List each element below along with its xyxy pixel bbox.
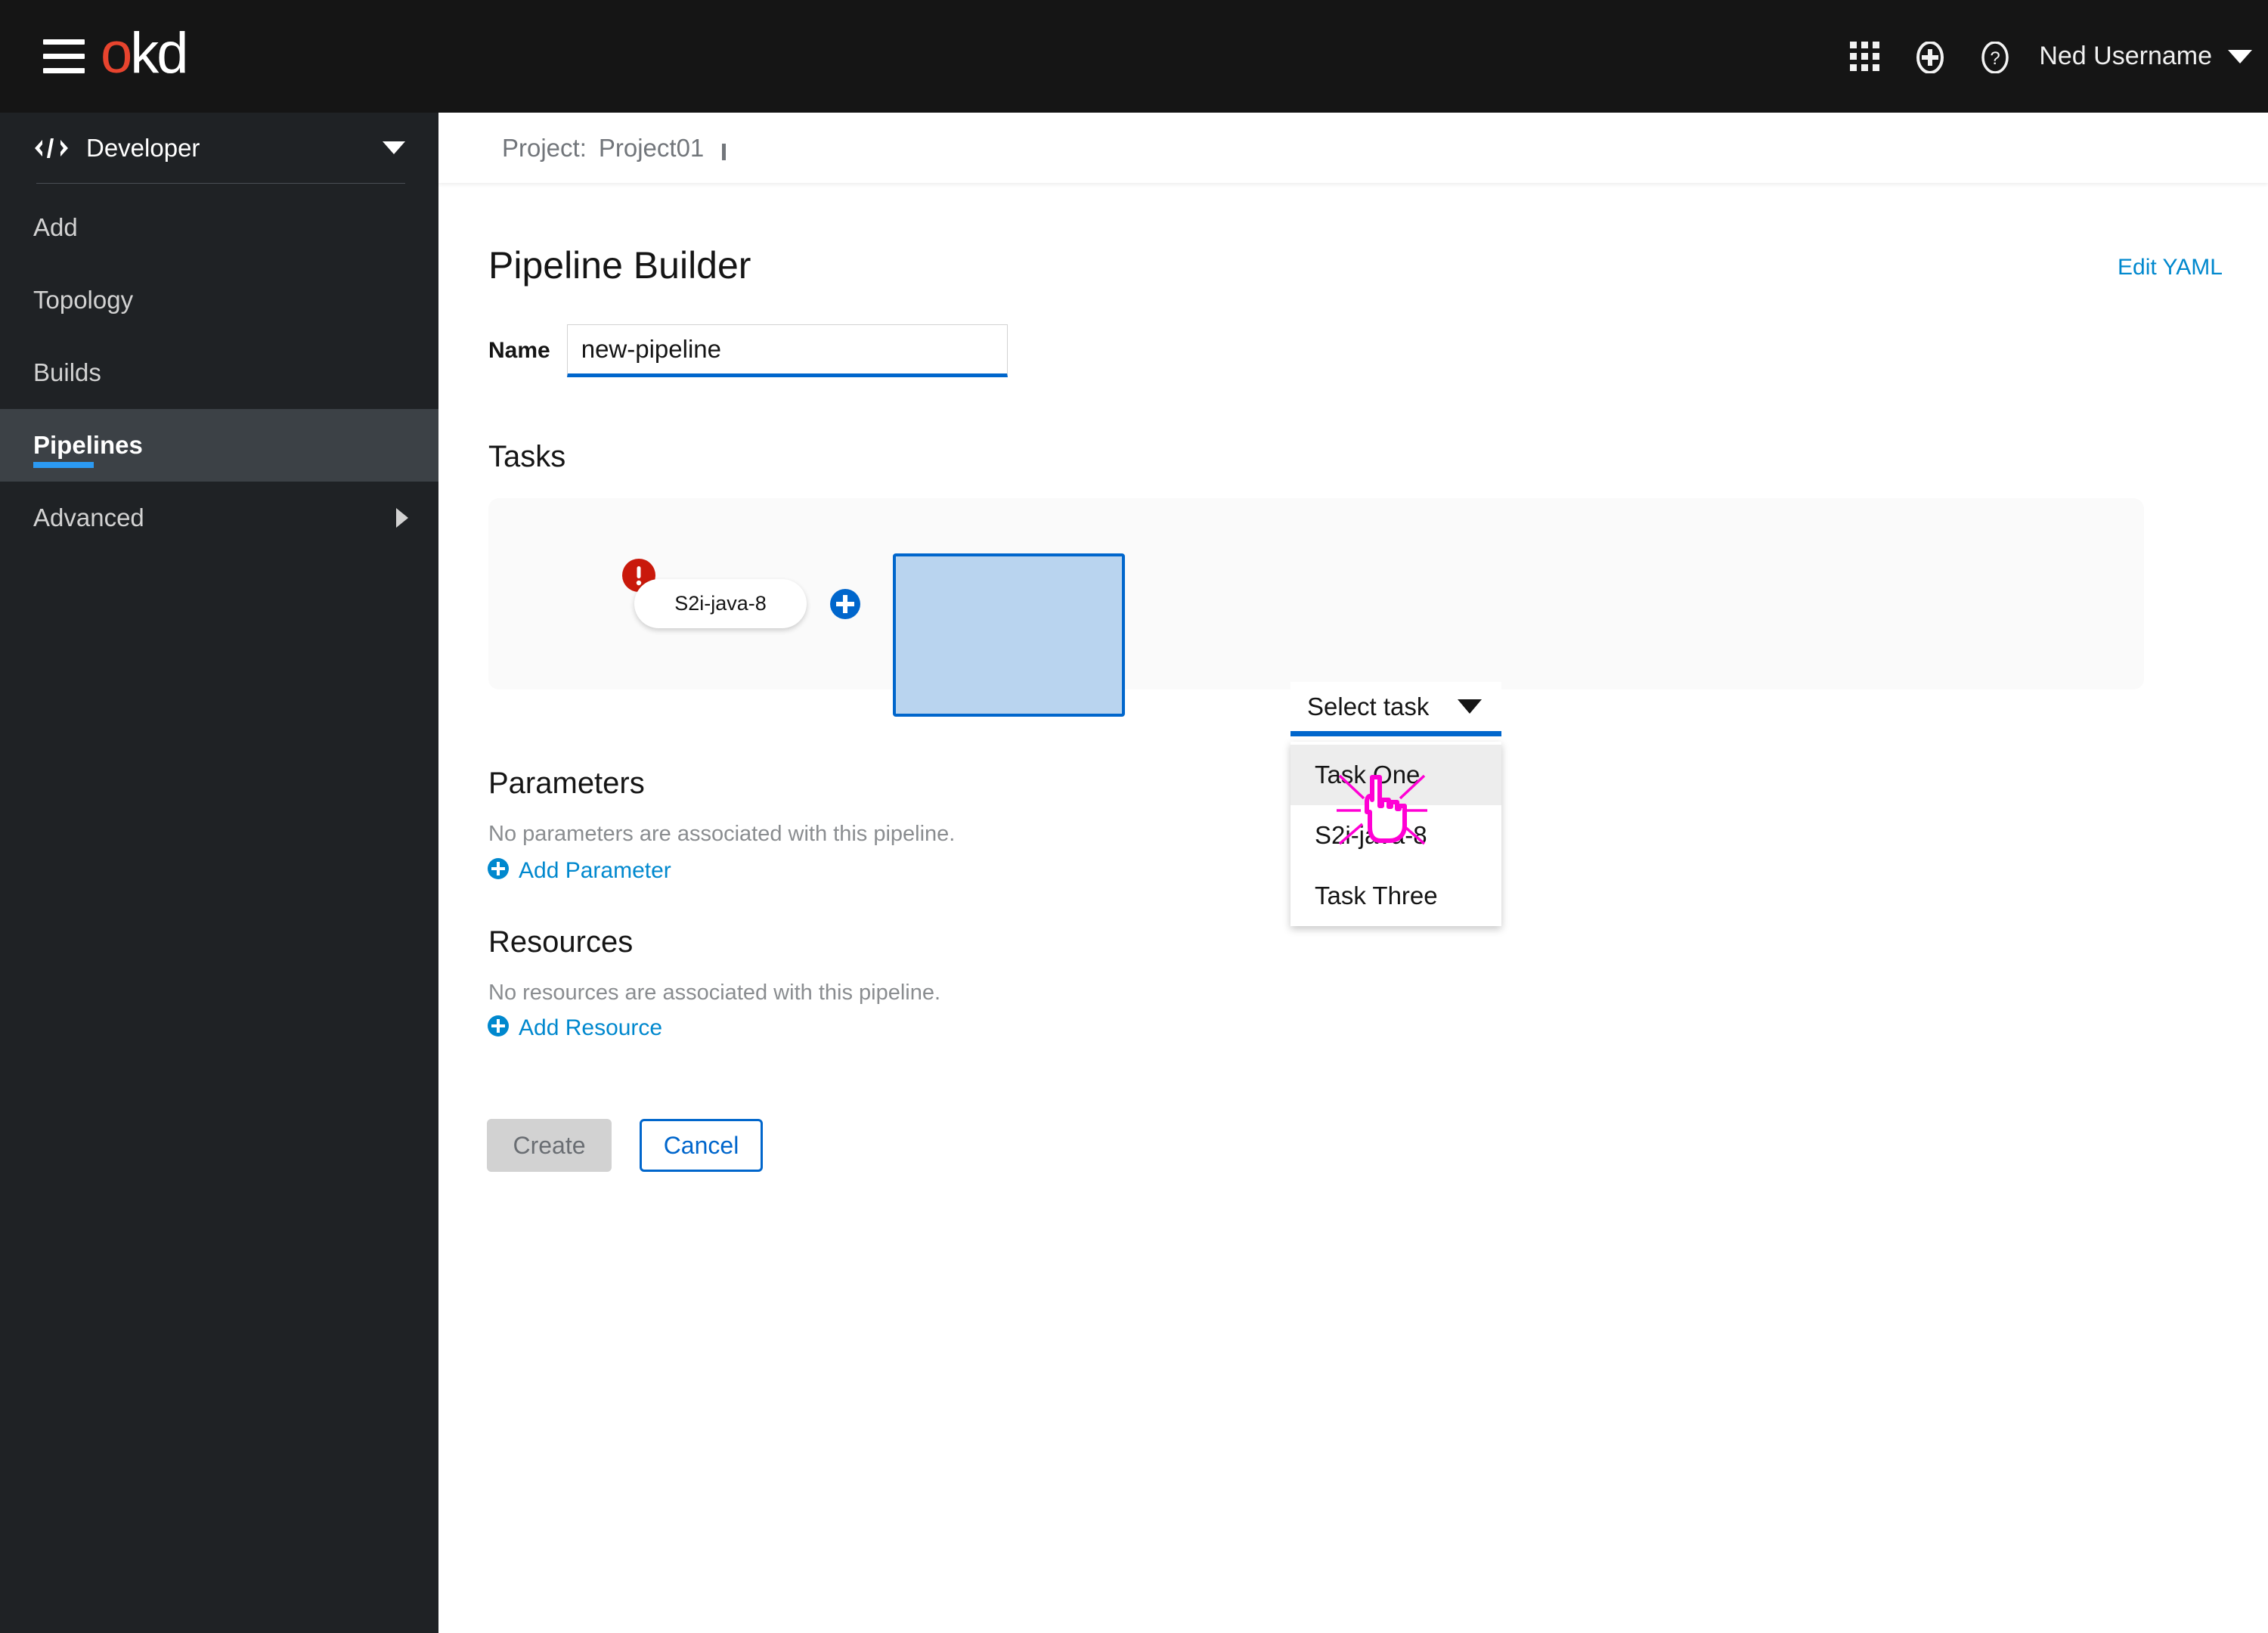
plus-circle-icon[interactable] [1897, 0, 1962, 113]
masthead-toolbar: ? Ned Username [1832, 0, 2268, 113]
add-parameter-link[interactable]: Add Parameter [487, 857, 671, 884]
task-pill-label: S2i-java-8 [674, 592, 767, 615]
app-root: okd ? Ned Username Developer Add Topolog… [0, 0, 2268, 1633]
add-resource-link[interactable]: Add Resource [487, 1015, 662, 1041]
sidebar-item-label: Pipelines [33, 431, 143, 459]
logo-letter-o: o [101, 21, 132, 85]
tasks-panel: S2i-java-8 [488, 498, 2144, 717]
project-label: Project: [502, 133, 587, 162]
sidebar-item-builds[interactable]: Builds [0, 336, 438, 409]
sidebar-item-label: Add [33, 213, 78, 241]
add-parameter-label: Add Parameter [519, 857, 671, 883]
username-label[interactable]: Ned Username [2027, 0, 2212, 113]
masthead: okd ? Ned Username [0, 0, 2268, 113]
svg-text:?: ? [1991, 48, 2000, 69]
name-form-row: Name [488, 324, 1008, 377]
caret-down-icon [1458, 699, 1482, 714]
menu-option-label: Task One [1315, 761, 1421, 789]
select-focus-ring [893, 553, 1125, 717]
logo-letters-kd: kd [130, 21, 188, 85]
chevron-down-icon [722, 143, 727, 160]
project-selector[interactable]: Project: Project01 [438, 133, 727, 163]
sidebar-nav: Add Topology Builds Pipelines Advanced [0, 184, 438, 554]
form-actions: Create Cancel [487, 1119, 763, 1172]
sidebar-item-pipelines[interactable]: Pipelines [0, 409, 438, 482]
menu-option-label: Task Three [1315, 882, 1438, 909]
add-task-plus-circle-icon[interactable] [829, 588, 861, 620]
create-button[interactable]: Create [487, 1119, 612, 1172]
sidebar-item-label: Topology [33, 286, 134, 314]
perspective-switcher[interactable]: Developer [0, 113, 438, 183]
cancel-button[interactable]: Cancel [640, 1119, 763, 1172]
tasks-heading: Tasks [488, 440, 566, 473]
code-icon [33, 137, 70, 160]
pipeline-name-input[interactable] [566, 324, 1008, 377]
okd-logo[interactable]: okd [101, 20, 189, 88]
question-circle-icon[interactable]: ? [1962, 0, 2027, 113]
menu-option-label: S2i-java-8 [1315, 821, 1427, 849]
parameters-heading: Parameters [488, 767, 645, 800]
sidebar-item-label: Builds [33, 358, 101, 386]
chevron-right-icon [396, 508, 408, 528]
perspective-label: Developer [86, 133, 200, 162]
menu-option-task-one[interactable]: Task One [1290, 745, 1501, 805]
select-task-dropdown-menu: Task One S2i-java-8 Task Three [1290, 742, 1501, 926]
project-value: Project01 [598, 133, 705, 162]
resources-empty-text: No resources are associated with this pi… [488, 981, 941, 1005]
sidebar-item-advanced[interactable]: Advanced [0, 482, 438, 554]
sidebar-item-topology[interactable]: Topology [0, 264, 438, 336]
menu-option-task-three[interactable]: Task Three [1290, 866, 1501, 926]
task-pill-s2i-java-8[interactable]: S2i-java-8 [634, 579, 807, 628]
project-bar: Project: Project01 [438, 113, 2268, 183]
user-menu-caret-down-icon[interactable] [2212, 0, 2268, 113]
resources-heading: Resources [488, 925, 634, 959]
content-area: Project: Project01 Pipeline Builder Edit… [438, 113, 2268, 1633]
page-title: Pipeline Builder [488, 244, 751, 287]
menu-option-s2i-java-8[interactable]: S2i-java-8 [1290, 805, 1501, 866]
page-body: Pipeline Builder Edit YAML Name Tasks S2… [438, 183, 2268, 1633]
sidebar: Developer Add Topology Builds Pipelines … [0, 113, 438, 1633]
sidebar-item-add[interactable]: Add [0, 191, 438, 264]
active-indicator [33, 462, 94, 468]
name-label: Name [488, 338, 550, 363]
perspective-caret-down-icon [383, 141, 405, 154]
plus-circle-icon [487, 1015, 510, 1041]
sidebar-item-label: Advanced [33, 504, 144, 531]
plus-circle-icon [487, 857, 510, 884]
select-task-dropdown-toggle[interactable]: Select task [1290, 682, 1501, 736]
add-resource-label: Add Resource [519, 1015, 663, 1040]
select-task-value: Select task [1307, 692, 1430, 720]
parameters-empty-text: No parameters are associated with this p… [488, 822, 956, 846]
application-launcher-grid-icon[interactable] [1832, 0, 1897, 113]
hamburger-icon[interactable] [43, 39, 85, 73]
edit-yaml-link[interactable]: Edit YAML [2118, 255, 2223, 280]
